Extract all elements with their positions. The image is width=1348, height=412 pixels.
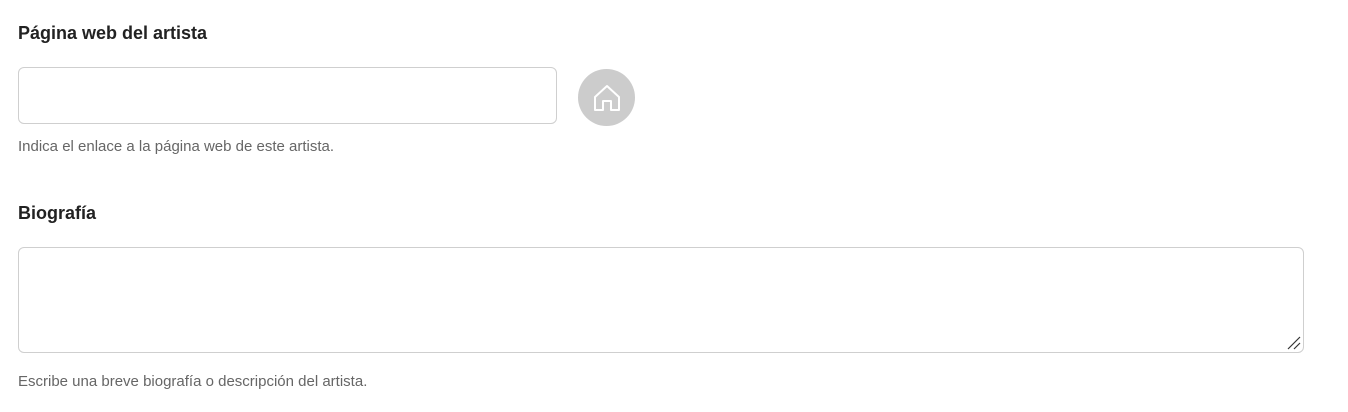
resize-handle-icon[interactable] — [1285, 334, 1301, 350]
biography-field — [18, 247, 1304, 353]
open-website-button[interactable] — [578, 69, 635, 126]
home-icon — [593, 84, 620, 111]
website-label: Página web del artista — [18, 23, 208, 43]
biography-help-text: Escribe una breve biografía o descripció… — [18, 373, 368, 390]
biography-textarea[interactable] — [19, 248, 1303, 352]
website-help-text: Indica el enlace a la página web de este… — [18, 138, 335, 155]
website-input[interactable] — [18, 67, 557, 124]
biography-label: Biografía — [18, 203, 97, 223]
